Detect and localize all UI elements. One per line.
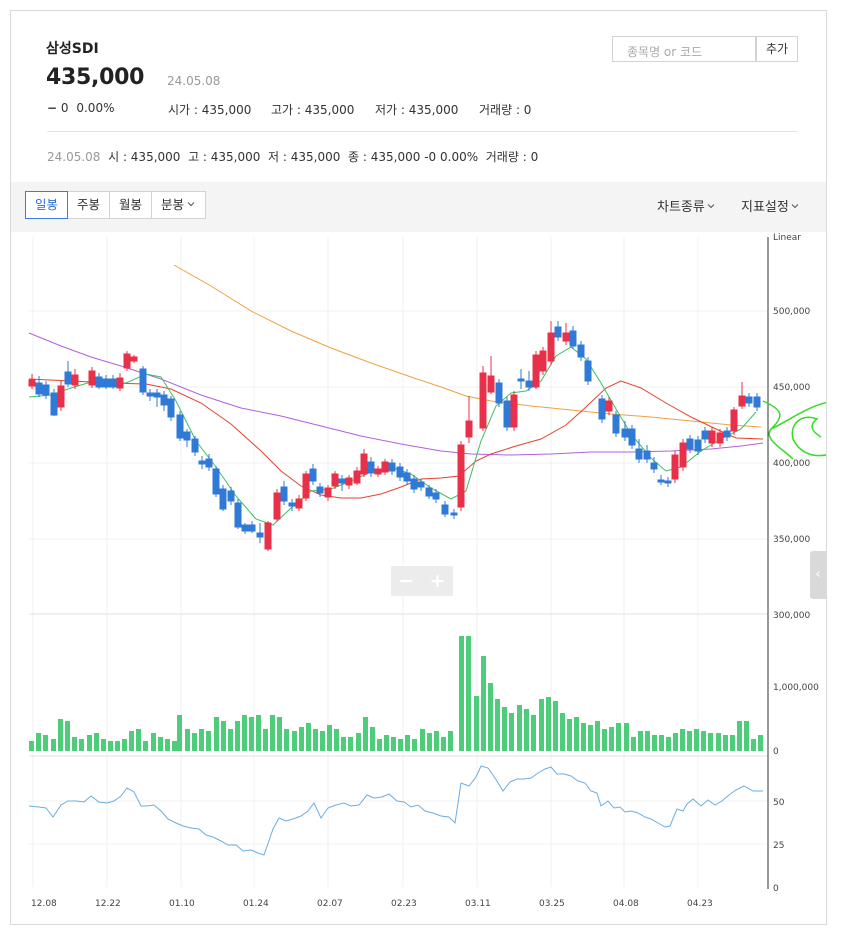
x-tick-label: 04.23 [687,899,713,909]
chart-grid [29,237,768,887]
x-tick-label: 03.11 [465,899,491,909]
x-tick-label: 02.07 [317,899,343,909]
stock-chart-panel: 삼성SDI 435,000 24.05.08 − 0 0.00% 시가 : 43… [10,10,827,925]
ma20-line [28,378,764,499]
x-tick-label: 01.10 [169,899,195,909]
ma5-line [28,346,757,526]
ma120-line [173,264,762,428]
annotation-arrow-scribble [762,400,826,460]
volume-bars [29,636,763,751]
x-tick-label: 12.08 [31,899,57,909]
window-edge [0,0,856,1]
price-tick-label: 350,000 [773,535,810,545]
chevron-left-icon: ‹ [815,567,821,582]
rsi-tick-label: 0 [773,884,779,894]
x-tick-label: 03.25 [539,899,565,909]
rsi-tick-label: 25 [773,841,784,851]
zoom-controls: − + [391,566,453,596]
x-tick-label: 12.22 [95,899,121,909]
rsi-tick-label: 50 [773,798,785,808]
collapse-panel-handle[interactable]: ‹ [810,551,826,599]
zoom-out-button[interactable]: − [391,566,422,596]
x-tick-label: 01.24 [243,899,269,909]
candlesticks [28,321,761,551]
x-tick-label: 04.08 [613,899,639,909]
volume-tick-label: 1,000,000 [773,683,819,693]
price-tick-label: 450,000 [773,383,810,393]
price-tick-label: 500,000 [773,307,810,317]
zoom-in-button[interactable]: + [422,566,453,596]
price-tick-label: 400,000 [773,459,810,469]
volume-tick-label: 0 [773,747,779,757]
tab-daily[interactable]: 일봉 [25,191,69,219]
price-chart[interactable]: Linear 500,000 450,000 400,000 350,000 3… [11,11,826,924]
x-tick-label: 02.23 [391,899,417,909]
scale-mode-label: Linear [773,233,801,243]
ma60-line [28,332,764,456]
rsi-line [28,765,763,856]
price-tick-label: 300,000 [773,611,810,621]
